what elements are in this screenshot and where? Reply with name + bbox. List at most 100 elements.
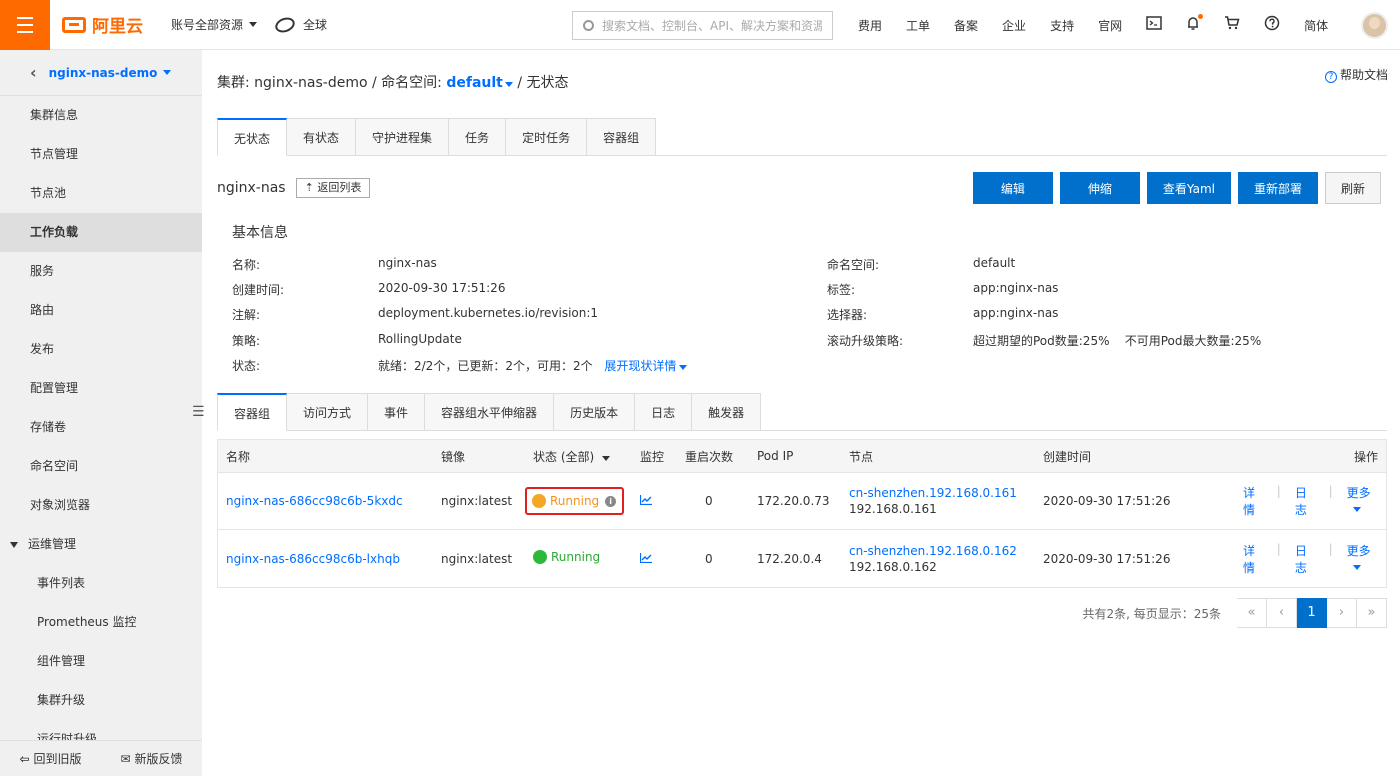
sidebar-item-node-pools[interactable]: 节点池 (0, 174, 202, 213)
top-link-filing[interactable]: 备案 (954, 17, 978, 34)
bell-icon[interactable] (1186, 13, 1204, 35)
search-box[interactable] (572, 11, 833, 40)
sidebar-item-namespaces[interactable]: 命名空间 (0, 447, 202, 486)
sidebar-item-services[interactable]: 服务 (0, 252, 202, 291)
tab-deployments[interactable]: 无状态 (217, 118, 288, 156)
sidebar-item-volumes[interactable]: 存储卷 (0, 408, 202, 447)
monitor-chart-icon[interactable] (632, 552, 677, 566)
node-link[interactable]: cn-shenzhen.192.168.0.162 (849, 544, 1035, 558)
sidebar-item-nodes[interactable]: 节点管理 (0, 135, 202, 174)
tab-pods[interactable]: 容器组 (587, 118, 657, 156)
logs-link[interactable]: 日志 (1295, 542, 1315, 576)
sidebar-group-ops[interactable]: 运维管理 (0, 525, 202, 564)
pod-name-link[interactable]: nginx-nas-686cc98c6b-lxhqb (218, 552, 433, 566)
menu-icon[interactable] (0, 0, 50, 50)
collapse-sidebar-icon[interactable]: ☰ (192, 404, 205, 420)
top-link-tickets[interactable]: 工单 (906, 17, 930, 34)
help-doc-link[interactable]: ? 帮助文档 (1324, 66, 1388, 83)
top-link-official-site[interactable]: 官网 (1098, 17, 1122, 34)
namespace-dropdown[interactable]: default (446, 75, 513, 91)
col-created: 创建时间 (1043, 449, 1092, 464)
notification-dot (1198, 13, 1204, 19)
last-page-button[interactable]: » (1357, 598, 1387, 628)
scale-button[interactable]: 伸缩 (1059, 172, 1140, 204)
language-switch[interactable]: 简体 (1304, 17, 1328, 34)
sidebar-item-release[interactable]: 发布 (0, 330, 202, 369)
table-row: nginx-nas-686cc98c6b-lxhqb nginx:latest … (218, 530, 1386, 587)
table-header: 名称 镜像 状态 (全部) 监控 重启次数 Pod IP 节点 创建时间 操作 (218, 440, 1386, 473)
logs-link[interactable]: 日志 (1295, 484, 1315, 518)
terminal-icon[interactable] (1146, 16, 1162, 34)
info-value: app:nginx-nas (973, 281, 1059, 296)
sidebar-item-config[interactable]: 配置管理 (0, 369, 202, 408)
cart-icon[interactable] (1224, 16, 1240, 34)
pod-ip: 172.20.0.73 (757, 494, 830, 508)
info-value: 2020-09-30 17:51:26 (378, 281, 506, 296)
pod-status-cell: Running i (525, 487, 632, 515)
details-link[interactable]: 详情 (1243, 542, 1263, 576)
prev-page-button[interactable]: ‹ (1267, 598, 1297, 628)
node-link[interactable]: cn-shenzhen.192.168.0.161 (849, 486, 1035, 500)
info-key: 策略: (232, 333, 261, 348)
tab-statefulsets[interactable]: 有状态 (287, 118, 357, 156)
pod-created: 2020-09-30 17:51:26 (1043, 494, 1171, 508)
help-circle-icon[interactable] (1264, 15, 1280, 35)
top-link-support[interactable]: 支持 (1050, 17, 1074, 34)
sidebar-item-workloads[interactable]: 工作负载 (0, 213, 202, 252)
details-link[interactable]: 详情 (1243, 484, 1263, 518)
back-to-list-label: 返回列表 (317, 181, 362, 194)
tab-triggers[interactable]: 触发器 (692, 393, 762, 431)
top-link-enterprise[interactable]: 企业 (1002, 17, 1026, 34)
aliyun-logo[interactable]: 阿里云 (62, 12, 143, 37)
feedback-link[interactable]: ✉ 新版反馈 (120, 750, 182, 767)
status-summary-text: 就绪：2/2个，已更新：2个，可用：2个 (378, 358, 593, 373)
edit-button[interactable]: 编辑 (972, 172, 1053, 204)
tab-daemonsets[interactable]: 守护进程集 (356, 118, 450, 156)
pod-restarts: 0 (705, 551, 713, 566)
pod-name-link[interactable]: nginx-nas-686cc98c6b-5kxdc (218, 494, 433, 508)
tab-jobs[interactable]: 任务 (449, 118, 507, 156)
account-resources-dropdown[interactable]: 账号全部资源 (171, 16, 258, 33)
tab-events[interactable]: 事件 (368, 393, 426, 431)
region-label: 全球 (303, 18, 328, 32)
detail-tabs: 容器组 访问方式 事件 容器组水平伸缩器 历史版本 日志 触发器 (217, 393, 1387, 431)
chevron-down-icon (679, 364, 688, 370)
top-link-fees[interactable]: 费用 (858, 17, 882, 34)
sidebar-item-object-browser[interactable]: 对象浏览器 (0, 486, 202, 525)
more-dropdown[interactable]: 更多 (1347, 542, 1378, 576)
tab-access-methods[interactable]: 访问方式 (287, 393, 369, 431)
sidebar-item-prometheus[interactable]: Prometheus 监控 (0, 603, 202, 642)
back-to-old-version[interactable]: ⇦ 回到旧版 (19, 750, 81, 767)
info-icon[interactable]: i (605, 495, 617, 507)
back-to-list-button[interactable]: ⇡ 返回列表 (295, 178, 371, 198)
info-value: 超过期望的Pod数量:25% 不可用Pod最大数量:25% (973, 333, 1262, 348)
cluster-switcher[interactable]: ‹ nginx-nas-demo (0, 50, 202, 96)
tab-cronjobs[interactable]: 定时任务 (506, 118, 588, 156)
tab-pod-group[interactable]: 容器组 (217, 393, 288, 431)
exit-icon: ⇦ (19, 752, 30, 766)
sidebar-item-components[interactable]: 组件管理 (0, 642, 202, 681)
chevron-left-icon[interactable]: ‹ (30, 63, 37, 82)
first-page-button[interactable]: « (1237, 598, 1267, 628)
next-page-button[interactable]: › (1327, 598, 1357, 628)
deployment-titlebar: nginx-nas ⇡ 返回列表 (217, 178, 371, 198)
region-selector[interactable]: 全球 (273, 14, 328, 35)
more-dropdown[interactable]: 更多 (1347, 484, 1378, 518)
sidebar-item-cluster-upgrade[interactable]: 集群升级 (0, 681, 202, 720)
search-input[interactable] (602, 18, 822, 33)
sidebar-item-routes[interactable]: 路由 (0, 291, 202, 330)
refresh-button[interactable]: 刷新 (1324, 172, 1381, 204)
view-yaml-button[interactable]: 查看Yaml (1146, 172, 1231, 204)
tab-history[interactable]: 历史版本 (554, 393, 636, 431)
tab-logs[interactable]: 日志 (635, 393, 693, 431)
sidebar-item-cluster-info[interactable]: 集群信息 (0, 96, 202, 135)
user-avatar[interactable] (1361, 12, 1388, 39)
page-1-button[interactable]: 1 (1297, 598, 1327, 628)
tab-hpa[interactable]: 容器组水平伸缩器 (425, 393, 555, 431)
expand-status-link[interactable]: 展开现状详情 (604, 359, 688, 373)
redeploy-button[interactable]: 重新部署 (1237, 172, 1318, 204)
monitor-chart-icon[interactable] (632, 494, 677, 508)
col-status-filter[interactable]: 状态 (全部) (525, 448, 632, 465)
sidebar-item-events[interactable]: 事件列表 (0, 564, 202, 603)
info-key: 标签: (827, 283, 856, 298)
